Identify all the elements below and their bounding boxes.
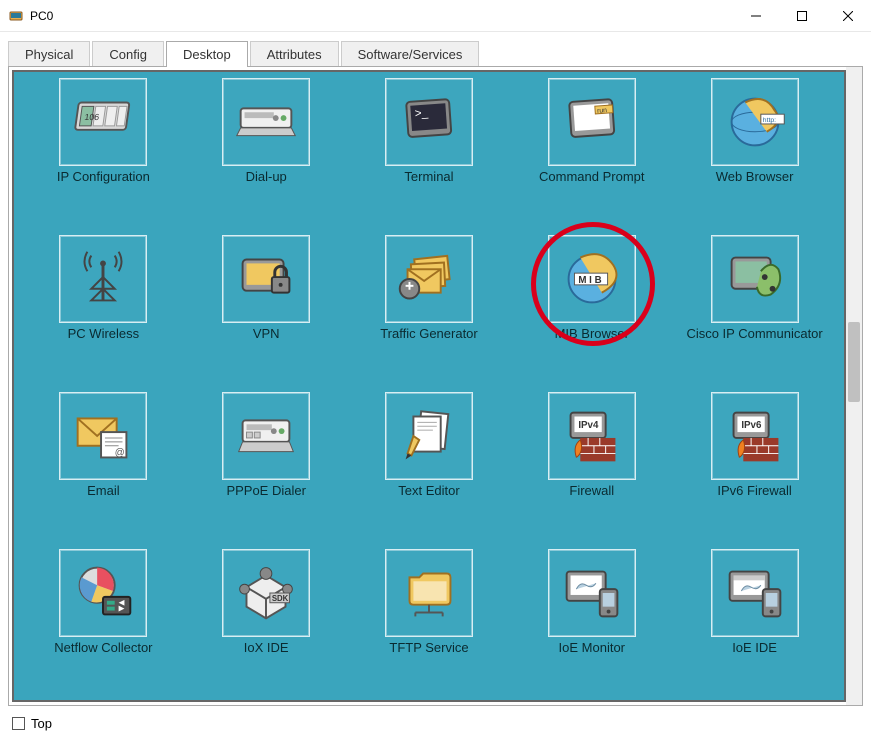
app-netflow-collector[interactable]: Netflow Collector xyxy=(28,549,178,704)
svg-text:IPv6: IPv6 xyxy=(741,420,762,431)
app-ioe-monitor[interactable]: IoE Monitor xyxy=(517,549,667,704)
window-controls xyxy=(733,0,871,32)
app-mib-browser[interactable]: M I B MIB Browser xyxy=(517,235,667,390)
app-terminal[interactable]: >_ Terminal xyxy=(354,78,504,233)
pppoe-icon xyxy=(222,392,310,480)
tab-software-services[interactable]: Software/Services xyxy=(341,41,480,67)
top-checkbox-label: Top xyxy=(31,716,52,731)
dialup-icon xyxy=(222,78,310,166)
app-label: VPN xyxy=(253,327,280,341)
app-label: IoX IDE xyxy=(244,641,289,655)
app-email[interactable]: @ Email xyxy=(28,392,178,547)
app-label: Firewall xyxy=(569,484,614,498)
app-label: Command Prompt xyxy=(539,170,644,184)
svg-text:M I B: M I B xyxy=(578,275,601,286)
app-pppoe-dialer[interactable]: PPPoE Dialer xyxy=(191,392,341,547)
ioemon-icon xyxy=(548,549,636,637)
tftp-icon xyxy=(385,549,473,637)
mib-icon: M I B xyxy=(548,235,636,323)
firewall-icon: IPv4 xyxy=(548,392,636,480)
browser-icon: http: xyxy=(711,78,799,166)
tab-attributes[interactable]: Attributes xyxy=(250,41,339,67)
svg-text:SDK: SDK xyxy=(272,594,289,603)
app-label: Web Browser xyxy=(716,170,794,184)
app-dial-up[interactable]: Dial-up xyxy=(191,78,341,233)
ioeide-icon xyxy=(711,549,799,637)
ip-config-icon: 106 xyxy=(59,78,147,166)
app-firewall[interactable]: IPv4 Firewall xyxy=(517,392,667,547)
close-button[interactable] xyxy=(825,0,871,32)
wireless-icon xyxy=(59,235,147,323)
app-label: MIB Browser xyxy=(555,327,629,341)
texteditor-icon xyxy=(385,392,473,480)
content-frame: 106 IP Configuration Dial-up >_ Terminal… xyxy=(8,66,863,706)
app-label: Email xyxy=(87,484,120,498)
app-label: Text Editor xyxy=(398,484,459,498)
app-label: Terminal xyxy=(404,170,453,184)
app-command-prompt[interactable]: run Command Prompt xyxy=(517,78,667,233)
app-ip-configuration[interactable]: 106 IP Configuration xyxy=(28,78,178,233)
app-label: IPv6 Firewall xyxy=(717,484,791,498)
app-label: PPPoE Dialer xyxy=(226,484,305,498)
tab-physical[interactable]: Physical xyxy=(8,41,90,67)
window-title: PC0 xyxy=(30,9,733,23)
svg-text:106: 106 xyxy=(84,112,100,122)
maximize-button[interactable] xyxy=(779,0,825,32)
top-checkbox[interactable] xyxy=(12,717,25,730)
app-ioe-ide[interactable]: IoE IDE xyxy=(680,549,830,704)
vpn-icon xyxy=(222,235,310,323)
app-label: TFTP Service xyxy=(389,641,468,655)
tab-desktop[interactable]: Desktop xyxy=(166,41,248,67)
app-web-browser[interactable]: http: Web Browser xyxy=(680,78,830,233)
vertical-scrollbar[interactable] xyxy=(846,67,862,705)
app-cisco-ip-communicator[interactable]: Cisco IP Communicator xyxy=(680,235,830,390)
minimize-button[interactable] xyxy=(733,0,779,32)
app-iox-ide[interactable]: SDK IoX IDE xyxy=(191,549,341,704)
svg-text:>_: >_ xyxy=(414,106,429,120)
app-tftp-service[interactable]: TFTP Service xyxy=(354,549,504,704)
app-label: IP Configuration xyxy=(57,170,150,184)
netflow-icon xyxy=(59,549,147,637)
app-vpn[interactable]: VPN xyxy=(191,235,341,390)
ipcomm-icon xyxy=(711,235,799,323)
titlebar: PC0 xyxy=(0,0,871,32)
app-label: Cisco IP Communicator xyxy=(686,327,822,341)
terminal-icon: >_ xyxy=(385,78,473,166)
iox-icon: SDK xyxy=(222,549,310,637)
app-label: Traffic Generator xyxy=(380,327,478,341)
app-label: IoE IDE xyxy=(732,641,777,655)
app-label: PC Wireless xyxy=(68,327,140,341)
tab-config[interactable]: Config xyxy=(92,41,164,67)
svg-text:http:: http: xyxy=(762,117,775,124)
svg-text:run: run xyxy=(597,107,608,115)
app-ipv6-firewall[interactable]: IPv6 IPv6 Firewall xyxy=(680,392,830,547)
traffic-icon xyxy=(385,235,473,323)
svg-text:@: @ xyxy=(115,448,125,459)
firewall6-icon: IPv6 xyxy=(711,392,799,480)
scroll-thumb[interactable] xyxy=(848,322,860,402)
cmd-icon: run xyxy=(548,78,636,166)
app-label: Netflow Collector xyxy=(54,641,152,655)
app-pc-wireless[interactable]: PC Wireless xyxy=(28,235,178,390)
svg-text:IPv4: IPv4 xyxy=(578,420,599,431)
email-icon: @ xyxy=(59,392,147,480)
app-label: IoE Monitor xyxy=(559,641,625,655)
app-traffic-generator[interactable]: Traffic Generator xyxy=(354,235,504,390)
desktop-grid: 106 IP Configuration Dial-up >_ Terminal… xyxy=(12,70,846,702)
bottom-bar: Top xyxy=(0,710,871,737)
app-text-editor[interactable]: Text Editor xyxy=(354,392,504,547)
app-label: Dial-up xyxy=(246,170,287,184)
app-icon xyxy=(8,8,24,24)
tab-bar: Physical Config Desktop Attributes Softw… xyxy=(0,32,871,66)
